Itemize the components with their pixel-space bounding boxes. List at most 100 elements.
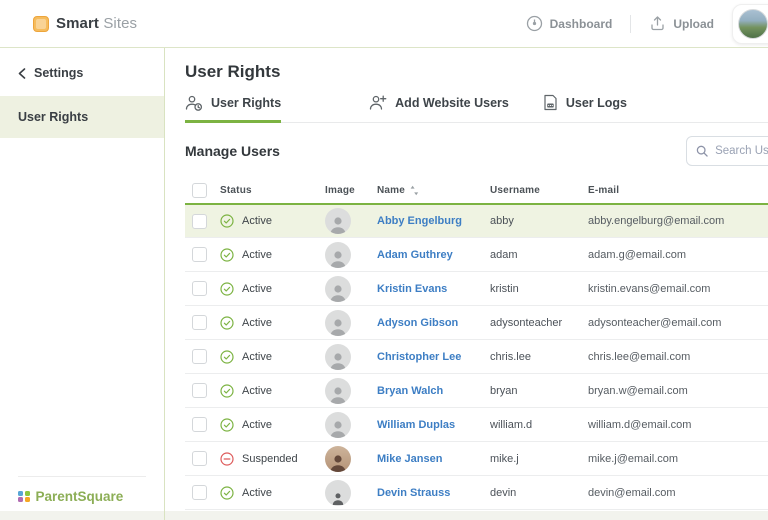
user-name-link[interactable]: Christopher Lee <box>377 351 461 363</box>
person-silhouette-icon <box>330 454 346 472</box>
status-icon <box>220 214 234 228</box>
row-checkbox[interactable] <box>192 247 207 262</box>
row-checkbox[interactable] <box>192 281 207 296</box>
table-row[interactable]: Active William Duplas william.d william.… <box>185 408 768 442</box>
avatar <box>325 411 351 438</box>
column-header-status: Status <box>220 184 252 196</box>
status-icon <box>220 247 234 262</box>
status-label: Active <box>242 248 272 261</box>
person-silhouette-icon <box>330 250 346 268</box>
column-header-username: Username <box>490 184 540 196</box>
users-table: Status Image Name Username E-mail Active… <box>185 177 768 510</box>
section-title: Manage Users <box>185 143 280 159</box>
table-row[interactable]: Active Bryan Walch bryan bryan.w@email.c… <box>185 374 768 408</box>
person-silhouette-icon <box>330 420 346 438</box>
avatar <box>325 309 351 336</box>
status-label: Active <box>242 486 272 499</box>
avatar <box>325 275 351 302</box>
brand-logo[interactable]: Smart Sites <box>33 15 137 32</box>
email-cell: bryan.w@email.com <box>588 384 688 397</box>
person-silhouette-icon <box>330 386 346 404</box>
upload-icon <box>651 16 664 31</box>
top-nav: Dashboard Upload <box>526 0 768 47</box>
page-title: User Rights <box>185 62 281 81</box>
row-checkbox[interactable] <box>192 417 207 432</box>
user-name-link[interactable]: William Duplas <box>377 419 455 431</box>
upload-label: Upload <box>673 16 714 31</box>
email-cell: adam.g@email.com <box>588 248 686 261</box>
search-input[interactable] <box>715 145 768 157</box>
username-cell: bryan <box>490 384 518 397</box>
parentsquare-label: ParentSquare <box>35 489 124 504</box>
status-cell: Active <box>220 214 325 228</box>
tab-add-website-users[interactable]: Add Website Users <box>369 95 509 123</box>
status-label: Active <box>242 418 272 431</box>
avatar <box>325 479 351 506</box>
sidebar-item-user-rights[interactable]: User Rights <box>0 96 164 138</box>
status-label: Active <box>242 215 272 227</box>
back-to-settings-link[interactable]: Settings <box>0 48 164 96</box>
user-name-link[interactable]: Kristin Evans <box>377 283 447 295</box>
tab-label: User Rights <box>211 96 282 110</box>
back-label: Settings <box>34 66 84 80</box>
table-row[interactable]: Active Adyson Gibson adysonteacher adyso… <box>185 306 768 340</box>
email-cell: adysonteacher@email.com <box>588 316 722 329</box>
avatar <box>325 377 351 404</box>
column-header-email: E-mail <box>588 184 620 196</box>
table-row[interactable]: Active Abby Engelburg abby abby.engelbur… <box>185 203 768 238</box>
user-name-link[interactable]: Abby Engelburg <box>377 215 462 227</box>
email-cell: abby.engelburg@email.com <box>588 215 725 227</box>
status-label: Active <box>242 316 272 329</box>
chevron-left-icon <box>18 67 26 79</box>
row-checkbox[interactable] <box>192 349 207 364</box>
avatar <box>325 241 351 268</box>
person-silhouette-icon <box>332 492 344 505</box>
sort-icon[interactable] <box>410 185 419 196</box>
status-cell: Active <box>220 315 325 330</box>
status-label: Active <box>242 350 272 363</box>
avatar <box>325 445 351 472</box>
top-header: Smart Sites Dashboard Upload <box>0 0 768 48</box>
user-name-link[interactable]: Adyson Gibson <box>377 317 458 329</box>
row-checkbox[interactable] <box>192 485 207 500</box>
person-silhouette-icon <box>330 318 346 336</box>
brand-name-bold: Smart <box>56 15 100 32</box>
table-row[interactable]: Active Kristin Evans kristin kristin.eva… <box>185 272 768 306</box>
table-row[interactable]: Suspended Mike Jansen mike.j mike.j@emai… <box>185 442 768 476</box>
user-avatar <box>738 8 768 39</box>
row-checkbox[interactable] <box>192 213 207 229</box>
username-cell: devin <box>490 486 517 499</box>
user-name-link[interactable]: Bryan Walch <box>377 385 443 397</box>
user-name-link[interactable]: Devin Strauss <box>377 487 450 499</box>
status-cell: Active <box>220 247 325 262</box>
user-name-link[interactable]: Adam Guthrey <box>377 249 453 261</box>
user-menu[interactable] <box>732 3 768 44</box>
username-cell: adam <box>490 248 518 261</box>
table-row[interactable]: Active Christopher Lee chris.lee chris.l… <box>185 340 768 374</box>
user-name-link[interactable]: Mike Jansen <box>377 453 442 465</box>
column-header-name[interactable]: Name <box>377 185 490 196</box>
tab-user-rights[interactable]: User Rights <box>185 95 282 123</box>
table-row[interactable]: Active Adam Guthrey adam adam.g@email.co… <box>185 238 768 272</box>
email-cell: mike.j@email.com <box>588 452 679 465</box>
main-content: User Rights User Rights Add Website User… <box>165 48 768 520</box>
table-body: Active Abby Engelburg abby abby.engelbur… <box>185 203 768 510</box>
search-user-box[interactable] <box>686 136 768 166</box>
user-plus-icon <box>370 95 387 110</box>
table-row[interactable]: Active Devin Strauss devin devin@email.c… <box>185 476 768 510</box>
row-checkbox[interactable] <box>192 315 207 330</box>
tab-user-logs[interactable]: User Logs <box>543 94 627 123</box>
status-label: Active <box>242 282 272 295</box>
upload-button[interactable]: Upload <box>649 15 714 32</box>
parentsquare-dots-icon <box>18 490 30 503</box>
row-checkbox[interactable] <box>192 451 207 466</box>
person-silhouette-icon <box>330 284 346 302</box>
tab-bar: User Rights Add Website Users User Logs <box>185 94 768 123</box>
username-cell: mike.j <box>490 452 519 465</box>
dashboard-button[interactable]: Dashboard <box>526 15 612 32</box>
select-all-checkbox[interactable] <box>192 182 207 198</box>
row-checkbox[interactable] <box>192 383 207 398</box>
sidebar-item-label: User Rights <box>18 110 89 124</box>
tab-label: Add Website Users <box>395 96 509 110</box>
status-icon <box>220 349 234 364</box>
